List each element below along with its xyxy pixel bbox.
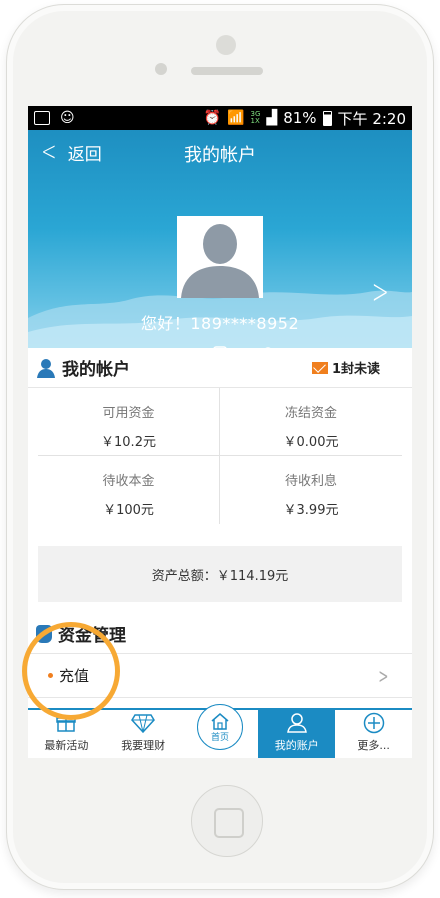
camera (155, 63, 167, 75)
balance-label: 可用资金 (102, 406, 155, 421)
home-button[interactable] (191, 785, 263, 857)
balance-cell-principal: 待收本金 ￥100元 (38, 456, 220, 524)
money-bag-icon (36, 624, 52, 643)
phone-icon[interactable] (210, 346, 230, 348)
balance-value: ￥0.00元 (283, 435, 339, 450)
tab-invest[interactable]: 我要理财 (105, 710, 182, 758)
balance-cell-available: 可用资金 ￥10.2元 (38, 388, 220, 456)
balance-value: ￥3.99元 (283, 503, 339, 518)
balance-cell-frozen: 冻结资金 ￥0.00元 (220, 388, 402, 456)
top-bar: < 返回 我的帐户 (28, 130, 412, 174)
tab-latest-activities[interactable]: 最新活动 (28, 710, 105, 758)
plus-circle-icon (363, 712, 385, 734)
greeting-text: 您好！189****8952 (140, 314, 300, 333)
account-section-title: 我的帐户 (62, 360, 130, 380)
lock-icon[interactable] (258, 346, 278, 348)
earpiece (191, 67, 263, 75)
balance-label: 待收利息 (284, 474, 337, 489)
tab-my-account[interactable]: 我的账户 (258, 710, 336, 758)
network-type-icon: 3G 1X (251, 111, 261, 125)
page-title: 我的帐户 (184, 145, 256, 166)
battery-icon (322, 110, 332, 126)
network-bottom-label: 1X (250, 117, 260, 125)
alarm-icon: ⏰ (203, 110, 222, 126)
user-silhouette-icon (177, 216, 263, 298)
bottom-tab-bar: 最新活动 我要理财 首页 我的账户 更多... (28, 704, 412, 758)
battery-percent: 81% (283, 109, 317, 127)
unread-messages[interactable]: 1封未读 (311, 358, 380, 377)
gift-icon (56, 712, 77, 734)
tab-label: 我的账户 (274, 739, 319, 752)
tab-more[interactable]: 更多... (335, 710, 412, 758)
balance-cell-interest: 待收利息 ￥3.99元 (220, 456, 402, 524)
balance-value: ￥100元 (103, 503, 154, 518)
signal-icon: ▟ (266, 110, 278, 126)
diamond-icon (131, 712, 156, 734)
account-section-header: 我的帐户 1封未读 (28, 348, 412, 388)
person-icon (37, 358, 55, 378)
mail-icon (311, 361, 328, 374)
security-icons (162, 346, 278, 348)
chevron-right-icon: > (378, 663, 389, 688)
home-circle: 首页 (196, 704, 243, 750)
recharge-item[interactable]: 充值 > (28, 654, 412, 698)
tab-home[interactable]: 首页 (182, 704, 259, 758)
status-bar: ☺ ⏰ 📶 3G 1X ▟ 81% 下午 2:20 (28, 106, 412, 130)
card-icon[interactable] (162, 346, 182, 348)
tab-label: 首页 (210, 732, 229, 743)
total-assets: 资产总额：￥114.19元 (38, 546, 402, 602)
image-icon (34, 111, 50, 125)
house-icon (211, 712, 229, 730)
unread-label: 1封未读 (331, 362, 380, 377)
user-icon (286, 712, 308, 734)
screen: ☺ ⏰ 📶 3G 1X ▟ 81% 下午 2:20 < 返回 我的帐户 > 您好… (28, 106, 412, 758)
app-notification-icon: ☺ (60, 110, 75, 126)
wifi-icon: 📶 (227, 110, 245, 126)
fund-section-header: 资金管理 (28, 614, 412, 654)
fund-section-title: 资金管理 (58, 626, 126, 646)
chevron-right-icon[interactable]: > (371, 272, 388, 312)
balance-label: 冻结资金 (284, 406, 337, 421)
tab-label: 最新活动 (44, 739, 89, 752)
balance-label: 待收本金 (102, 474, 155, 489)
tab-label: 更多... (357, 739, 390, 752)
tab-label: 我要理财 (121, 739, 166, 752)
front-sensor (216, 35, 236, 55)
avatar[interactable] (177, 216, 263, 298)
recharge-label: 充值 (59, 667, 90, 685)
balance-grid: 可用资金 ￥10.2元 冻结资金 ￥0.00元 待收本金 ￥100元 待收利息 … (38, 388, 402, 524)
clock: 下午 2:20 (337, 109, 406, 128)
bullet-dot (48, 673, 53, 678)
balance-value: ￥10.2元 (101, 435, 156, 450)
account-header: < 返回 我的帐户 > 您好！189****8952 (28, 130, 412, 348)
